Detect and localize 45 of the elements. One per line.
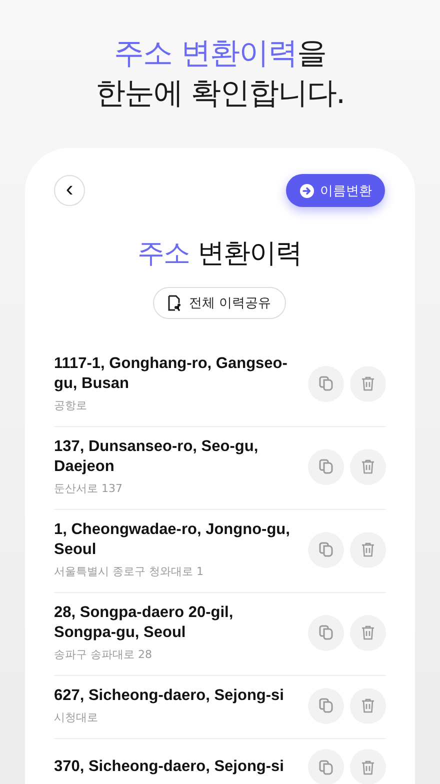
convert-button[interactable]: 이름변환 xyxy=(286,174,385,207)
title-highlight: 주소 xyxy=(138,237,190,271)
korean-address: 둔산서로 137 xyxy=(54,481,124,496)
address-text: 1, Cheongwadae-ro, Jongno-gu, Seoul xyxy=(54,520,291,560)
address-text: 137, Dunsanseo-ro, Seo-gu, Daejeon xyxy=(54,437,260,477)
copy-button[interactable] xyxy=(308,614,344,650)
document-share-icon xyxy=(168,295,182,311)
share-button[interactable]: 전체 이력공유 xyxy=(152,287,286,319)
copy-icon xyxy=(319,698,333,713)
trash-icon xyxy=(361,542,375,557)
copy-icon xyxy=(319,542,333,557)
korean-address: 공항로 xyxy=(54,398,88,413)
arrow-circle-icon xyxy=(300,184,314,198)
trash-icon xyxy=(361,459,375,474)
delete-button[interactable] xyxy=(350,448,386,484)
trash-icon xyxy=(361,625,375,640)
address-text: 28, Songpa-daero 20-gil, Songpa-gu, Seoul xyxy=(54,603,234,643)
copy-icon xyxy=(319,760,333,774)
copy-button[interactable] xyxy=(308,749,344,784)
delete-button[interactable] xyxy=(350,749,386,784)
copy-icon xyxy=(319,459,333,474)
copy-button[interactable] xyxy=(308,366,344,402)
delete-button[interactable] xyxy=(350,366,386,402)
headline-text: 한눈에 확인합니다. xyxy=(95,75,345,113)
copy-icon xyxy=(319,625,333,640)
trash-icon xyxy=(361,698,375,713)
title-text: 변환이력 xyxy=(198,237,302,271)
back-button[interactable]: ‹ xyxy=(54,175,85,206)
copy-button[interactable] xyxy=(308,532,344,568)
trash-icon xyxy=(361,760,375,774)
trash-icon xyxy=(361,376,375,391)
headline-highlight: 주소 변환이력 xyxy=(114,36,297,71)
headline-text: 을 xyxy=(296,36,326,71)
copy-icon xyxy=(319,376,333,391)
delete-button[interactable] xyxy=(350,614,386,650)
korean-address: 시청대로 xyxy=(54,710,99,725)
copy-button[interactable] xyxy=(308,448,344,484)
korean-address: 송파구 송파대로 28 xyxy=(54,647,153,662)
delete-button[interactable] xyxy=(350,532,386,568)
copy-button[interactable] xyxy=(308,688,344,724)
address-text: 1117-1, Gonghang-ro, Gangseo-gu, Busan xyxy=(54,354,288,394)
delete-button[interactable] xyxy=(350,688,386,724)
address-text: 370, Sicheong-daero, Sejong-si xyxy=(54,757,285,777)
address-text: 627, Sicheong-daero, Sejong-si xyxy=(54,686,285,706)
korean-address: 서울특별시 종로구 청와대로 1 xyxy=(54,564,204,579)
